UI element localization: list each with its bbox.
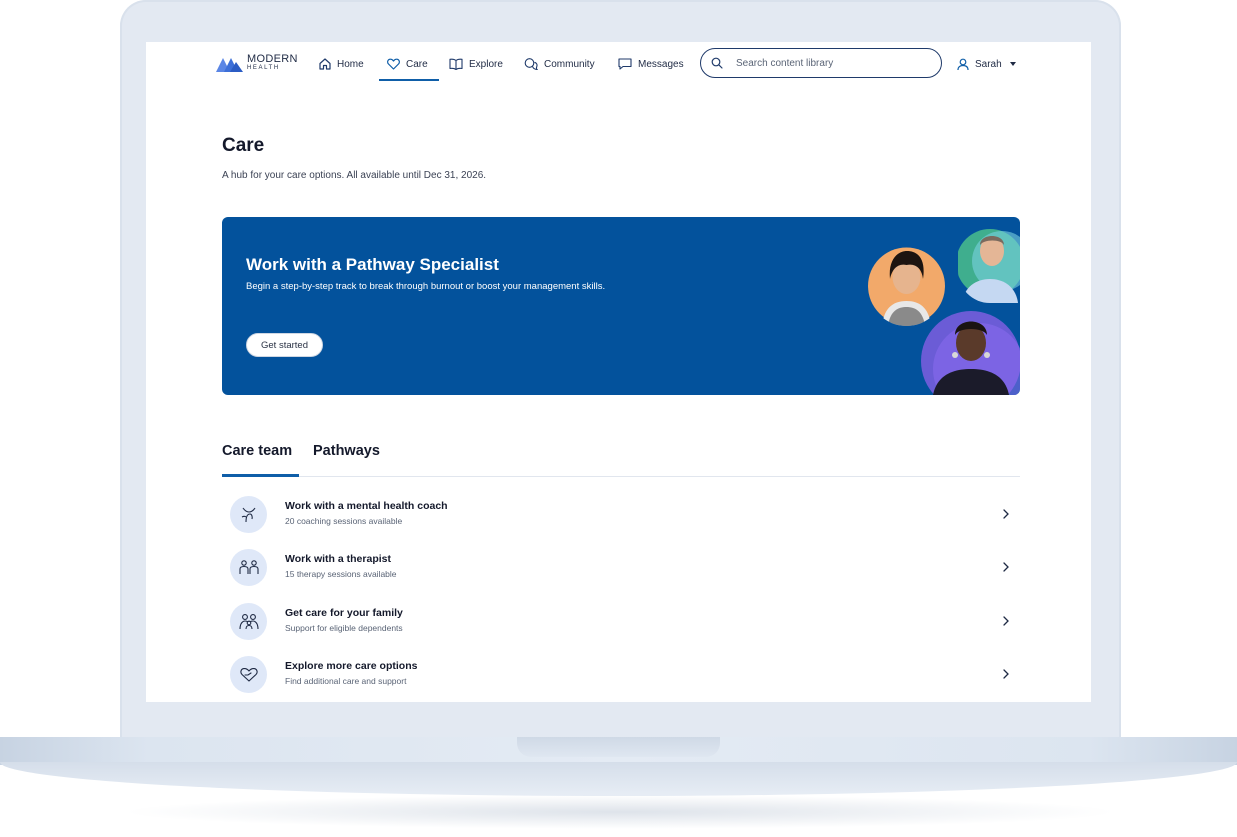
chat-bubbles-icon [524,57,538,70]
app-screen: MODERN HEALTH Home Care Explore Communit… [146,42,1091,702]
nav-home-label: Home [337,58,364,70]
search-bar[interactable] [700,48,942,78]
modern-health-logo[interactable]: MODERN HEALTH [216,54,298,74]
tab-active-indicator [222,474,299,477]
care-item-subtitle: 15 therapy sessions available [285,569,397,579]
tab-pathways[interactable]: Pathways [313,443,380,459]
tab-care-team[interactable]: Care team [222,443,292,459]
laptop-base [0,762,1237,796]
therapist-icon [230,549,267,586]
care-item-explore-more[interactable]: Explore more care options Find additiona… [222,656,1020,702]
chevron-right-icon [1003,669,1009,679]
logo-mark-icon [216,57,243,72]
laptop-shadow [120,795,1120,829]
user-menu[interactable]: Sarah [957,54,1016,74]
search-icon [711,57,723,69]
care-item-title: Work with a therapist [285,553,391,565]
banner-title: Work with a Pathway Specialist [246,255,499,274]
specialist-avatar-2 [958,221,1020,303]
care-item-coach[interactable]: Work with a mental health coach 20 coach… [222,496,1020,546]
care-item-title: Work with a mental health coach [285,500,448,512]
care-item-therapist[interactable]: Work with a therapist 15 therapy session… [222,549,1020,599]
user-name: Sarah [975,58,1002,70]
logo-wordmark: MODERN HEALTH [247,53,298,72]
care-item-title: Get care for your family [285,607,403,619]
banner-description: Begin a step-by-step track to break thro… [246,281,606,292]
nav-care[interactable]: Care [387,54,428,74]
nav-explore[interactable]: Explore [449,54,503,74]
get-started-button[interactable]: Get started [246,333,323,357]
nav-active-indicator [379,79,439,81]
nav-home[interactable]: Home [319,54,364,74]
specialist-avatar-3 [919,309,1020,395]
family-icon [230,603,267,640]
chevron-down-icon [1009,62,1016,66]
nav-explore-label: Explore [469,58,503,70]
page-title: Care [222,135,265,156]
care-item-title: Explore more care options [285,660,418,672]
book-icon [449,58,463,70]
tabs-divider [222,476,1020,477]
chevron-right-icon [1003,616,1009,626]
nav-community-label: Community [544,58,595,70]
chevron-right-icon [1003,509,1009,519]
care-item-family[interactable]: Get care for your family Support for eli… [222,603,1020,653]
care-item-subtitle: Find additional care and support [285,676,407,686]
nav-community[interactable]: Community [524,54,595,74]
specialist-avatar-1 [868,239,945,326]
page-subtitle: A hub for your care options. All availab… [222,170,487,181]
care-item-subtitle: 20 coaching sessions available [285,516,403,526]
coach-icon [230,496,267,533]
chevron-right-icon [1003,562,1009,572]
pathway-specialist-banner: Work with a Pathway Specialist Begin a s… [222,217,1020,395]
nav-care-label: Care [406,58,428,70]
nav-messages[interactable]: Messages [618,54,684,74]
search-input[interactable] [734,56,928,70]
care-item-subtitle: Support for eligible dependents [285,623,403,633]
heart-icon [387,58,400,70]
home-icon [319,58,331,70]
laptop-notch [517,737,720,757]
nav-messages-label: Messages [638,58,684,70]
message-icon [618,58,632,70]
heart-hand-icon [230,656,267,693]
user-icon [957,58,969,70]
